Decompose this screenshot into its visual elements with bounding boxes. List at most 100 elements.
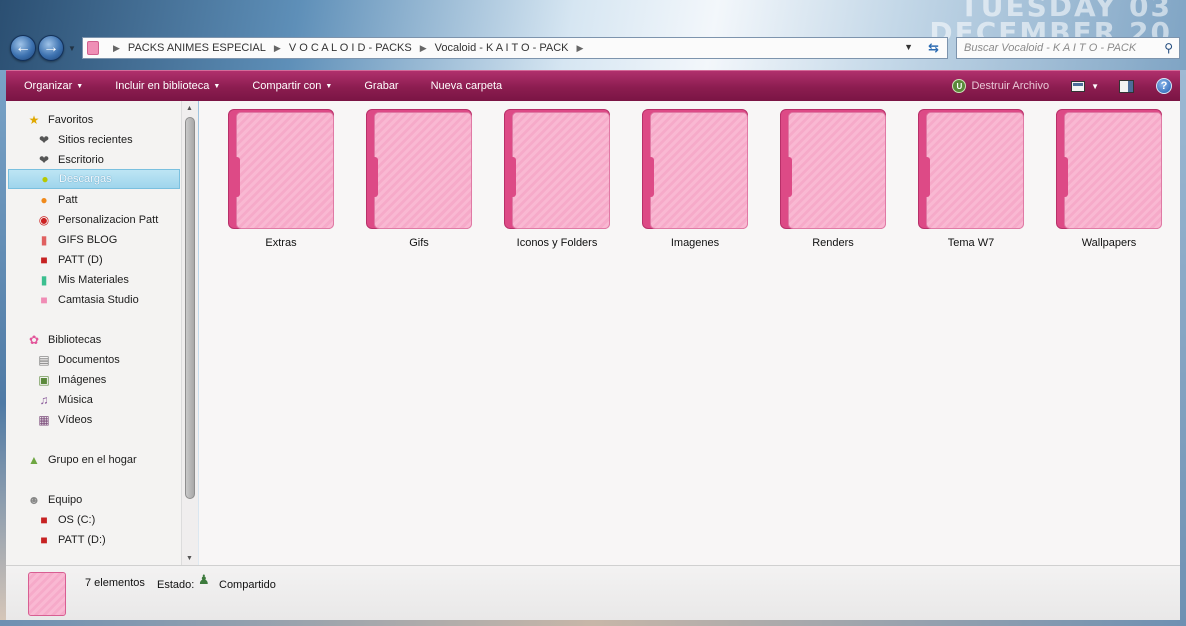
nav-label: Documentos [58, 354, 120, 366]
state-label: Estado: [157, 579, 195, 591]
new-folder-label: Nueva carpeta [430, 80, 503, 92]
burn-button[interactable]: Grabar [346, 71, 412, 101]
folder-item[interactable]: Renders [778, 109, 888, 251]
burn-label: Grabar [364, 80, 399, 92]
recent-pages-dropdown[interactable]: ▼ [68, 44, 76, 53]
nav-camtasia[interactable]: ■ Camtasia Studio [36, 290, 138, 310]
include-label: Incluir en biblioteca [115, 80, 210, 92]
folder-label: Iconos y Folders [516, 237, 598, 249]
new-folder-button[interactable]: Nueva carpeta [413, 71, 517, 101]
nav-gifs-blog[interactable]: ▮ GIFS BLOG [36, 230, 118, 250]
caret-down-icon: ▼ [76, 82, 84, 90]
heart-icon: ❤ [38, 153, 50, 167]
help-icon[interactable]: ? [1156, 78, 1172, 94]
breadcrumb-packs[interactable]: PACKS ANIMES ESPECIAL [128, 42, 266, 54]
nav-label: Equipo [48, 494, 83, 506]
nav-label: PATT (D) [58, 254, 103, 266]
folder-item[interactable]: Gifs [364, 109, 474, 251]
search-input[interactable] [964, 42, 1154, 54]
arrow-right-icon: → [43, 39, 59, 56]
homegroup-icon: ▲ [28, 453, 40, 467]
leaf-icon: ● [41, 172, 49, 186]
pink-folder-icon [918, 109, 1024, 231]
nav-drive-c[interactable]: ■ OS (C:) [36, 510, 95, 530]
folder-item[interactable]: Wallpapers [1054, 109, 1164, 251]
angry-bird-icon: ■ [40, 253, 48, 267]
book-icon: ▮ [40, 233, 48, 247]
change-view-icon[interactable] [1071, 80, 1086, 92]
nav-recent-places[interactable]: ❤ Sitios recientes [36, 130, 133, 150]
nav-scrollbar[interactable]: ▲ ▼ [181, 101, 198, 565]
nav-personalization[interactable]: ◉ Personalizacion Patt [36, 210, 159, 230]
nav-libraries[interactable]: ✿ Bibliotecas [26, 330, 101, 350]
nav-patt[interactable]: ● Patt [36, 190, 77, 210]
include-library-menu[interactable]: Incluir en biblioteca ▼ [97, 71, 234, 101]
search-icon[interactable]: ⚲ [1164, 41, 1173, 55]
music-icon: ♫ [39, 393, 49, 407]
drive-icon: ■ [40, 513, 48, 527]
nav-patt-d[interactable]: ■ PATT (D) [36, 250, 103, 270]
chevron-right-icon[interactable]: ▶ [113, 43, 120, 54]
nav-label: Mis Materiales [58, 274, 129, 286]
duck-icon: ● [40, 193, 48, 207]
nav-label: Personalizacion Patt [58, 214, 159, 226]
nav-favorites[interactable]: ★ Favoritos [26, 110, 94, 130]
drive-icon: ■ [40, 533, 48, 547]
refresh-icon[interactable]: ⇆ [928, 40, 939, 56]
folder-item[interactable]: Imagenes [640, 109, 750, 251]
nav-computer[interactable]: ☻ Equipo [26, 490, 83, 510]
window-frame-right [1180, 70, 1186, 626]
address-bar[interactable]: ▶ PACKS ANIMES ESPECIAL ▶ V O C A L O I … [82, 37, 948, 59]
nav-label: PATT (D:) [58, 534, 106, 546]
nav-label: Sitios recientes [58, 134, 133, 146]
flower-icon: ✿ [28, 333, 40, 347]
picture-icon: ▣ [38, 373, 50, 387]
pink-folder-icon [28, 572, 66, 616]
preview-pane-icon[interactable] [1119, 79, 1134, 93]
chevron-right-icon[interactable]: ▶ [577, 43, 584, 54]
breadcrumb-kaito-pack[interactable]: Vocaloid - K A I T O - PACK [435, 42, 569, 54]
share-menu[interactable]: Compartir con ▼ [234, 71, 346, 101]
search-box[interactable]: ⚲ [956, 37, 1180, 59]
folder-label: Wallpapers [1081, 237, 1137, 249]
nav-desktop[interactable]: ❤ Escritorio [36, 150, 104, 170]
pink-folder-icon: ■ [40, 293, 48, 307]
forward-button[interactable]: → [38, 35, 64, 61]
nav-videos[interactable]: ▦ Vídeos [36, 410, 92, 430]
window-frame-left [0, 70, 6, 626]
folder-label: Extras [265, 237, 297, 249]
nav-materials[interactable]: ▮ Mis Materiales [36, 270, 129, 290]
folder-item[interactable]: Extras [226, 109, 336, 251]
nav-images[interactable]: ▣ Imágenes [36, 370, 106, 390]
details-pane: 7 elementos Estado: ♟ Compartido [6, 565, 1180, 620]
shredder-icon: U [952, 79, 967, 93]
nav-label: Música [58, 394, 93, 406]
pokeball-icon: ◉ [38, 213, 50, 227]
nav-label: Imágenes [58, 374, 107, 386]
pink-folder-icon [780, 109, 886, 231]
nav-drive-d[interactable]: ■ PATT (D:) [36, 530, 106, 550]
folder-item[interactable]: Tema W7 [916, 109, 1026, 251]
scroll-down-icon[interactable]: ▼ [186, 555, 193, 562]
nav-label: Bibliotecas [48, 334, 102, 346]
chevron-right-icon[interactable]: ▶ [274, 43, 281, 54]
destroy-file-button[interactable]: U Destruir Archivo [952, 79, 1049, 93]
pink-folder-icon [642, 109, 748, 231]
scroll-thumb[interactable] [185, 117, 195, 499]
view-options-dropdown[interactable]: ▼ [1091, 82, 1099, 91]
scroll-up-icon[interactable]: ▲ [186, 105, 193, 112]
breadcrumb-vocaloid-packs[interactable]: V O C A L O I D - PACKS [289, 42, 412, 54]
nav-homegroup[interactable]: ▲ Grupo en el hogar [26, 450, 137, 470]
nav-documents[interactable]: ▤ Documentos [36, 350, 120, 370]
share-label: Compartir con [252, 80, 322, 92]
file-list: Extras Gifs Iconos y Folders Imagenes Re… [199, 101, 1180, 565]
back-button[interactable]: ← [10, 35, 36, 61]
folder-item[interactable]: Iconos y Folders [502, 109, 612, 251]
organize-menu[interactable]: Organizar ▼ [6, 71, 97, 101]
address-dropdown-icon[interactable]: ▼ [904, 42, 913, 52]
chevron-right-icon[interactable]: ▶ [420, 43, 427, 54]
nav-downloads[interactable]: ● Descargas [8, 169, 180, 189]
nav-music[interactable]: ♫ Música [36, 390, 93, 410]
pink-folder-icon [366, 109, 472, 231]
item-count: 7 elementos [85, 577, 145, 589]
